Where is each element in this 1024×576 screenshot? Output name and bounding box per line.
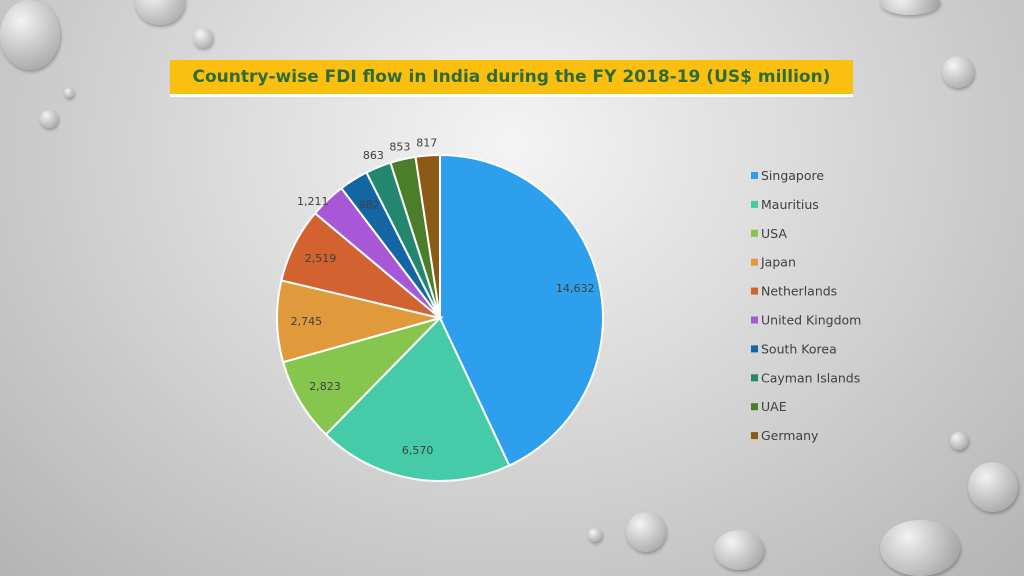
- data-label: 1,211: [297, 195, 329, 208]
- data-label: 2,519: [305, 252, 337, 265]
- legend-entry: UAE: [761, 399, 787, 414]
- legend-swatch: [751, 316, 758, 324]
- legend-swatch: [751, 287, 758, 295]
- data-label: 2,823: [309, 380, 341, 393]
- data-label: 6,570: [402, 444, 434, 457]
- data-label: 853: [389, 141, 410, 154]
- legend-swatch: [751, 345, 758, 353]
- data-label: 863: [363, 149, 384, 162]
- pie-chart: 14,632 6,570 2,823 2,745 2,519 1,211 982 863 853…: [276, 136, 861, 482]
- legend-entry: Singapore: [761, 168, 824, 183]
- legend-entry: Japan: [760, 255, 796, 270]
- legend-entry: USA: [761, 226, 787, 241]
- legend-swatch: [751, 432, 758, 440]
- data-label: 817: [416, 136, 437, 149]
- data-label: 982: [359, 199, 380, 212]
- data-label: 14,632: [556, 282, 595, 295]
- legend-swatch: [751, 200, 758, 208]
- legend-swatch: [751, 229, 758, 237]
- legend-entry: United Kingdom: [761, 313, 861, 328]
- legend-entry: Netherlands: [761, 284, 837, 299]
- data-label: 2,745: [291, 315, 323, 328]
- legend-swatch: [751, 258, 758, 266]
- legend-entry: South Korea: [761, 341, 837, 356]
- legend-entry: Mauritius: [761, 197, 819, 212]
- legend-swatch: [751, 172, 758, 179]
- legend-swatch: [751, 374, 758, 382]
- legend-entry: Germany: [761, 428, 819, 443]
- legend-entry: Cayman Islands: [761, 370, 860, 385]
- legend-swatch: [751, 403, 758, 411]
